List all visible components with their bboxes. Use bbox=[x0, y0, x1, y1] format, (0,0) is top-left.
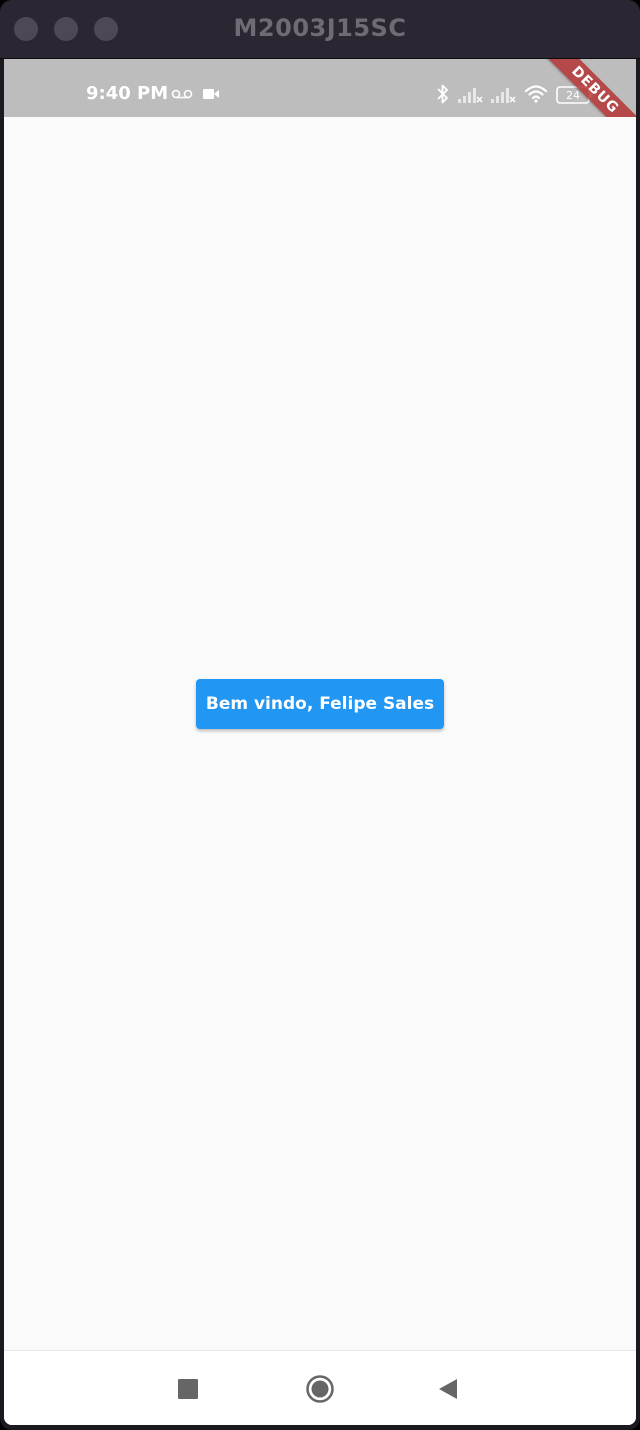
recents-button[interactable] bbox=[168, 1369, 208, 1409]
app-content: Bem vindo, Felipe Sales bbox=[4, 117, 636, 1350]
status-time: 9:40 PM bbox=[86, 83, 169, 104]
bluetooth-icon bbox=[437, 84, 448, 104]
signal-icon bbox=[491, 88, 516, 103]
window-titlebar: M2003J15SC bbox=[0, 0, 640, 59]
emulator-window: M2003J15SC 9:40 PM 24 DEBUG Bem vindo, F… bbox=[0, 0, 640, 1430]
window-title: M2003J15SC bbox=[233, 14, 407, 42]
wifi-icon bbox=[524, 85, 548, 103]
device-screen: 9:40 PM 24 DEBUG Bem vindo, Felipe Sales bbox=[4, 59, 636, 1425]
back-button[interactable] bbox=[428, 1369, 468, 1409]
welcome-button[interactable]: Bem vindo, Felipe Sales bbox=[196, 679, 444, 729]
navigation-bar bbox=[4, 1350, 636, 1425]
video-camera-icon bbox=[203, 89, 219, 99]
recents-square-icon bbox=[178, 1379, 198, 1399]
home-button[interactable] bbox=[300, 1369, 340, 1409]
back-triangle-icon bbox=[439, 1379, 457, 1399]
home-circle-icon bbox=[306, 1375, 334, 1403]
voicemail-icon bbox=[171, 89, 193, 99]
status-bar: 9:40 PM 24 bbox=[4, 59, 636, 117]
signal-icon bbox=[458, 88, 483, 103]
battery-level-text: 24 bbox=[566, 89, 580, 102]
